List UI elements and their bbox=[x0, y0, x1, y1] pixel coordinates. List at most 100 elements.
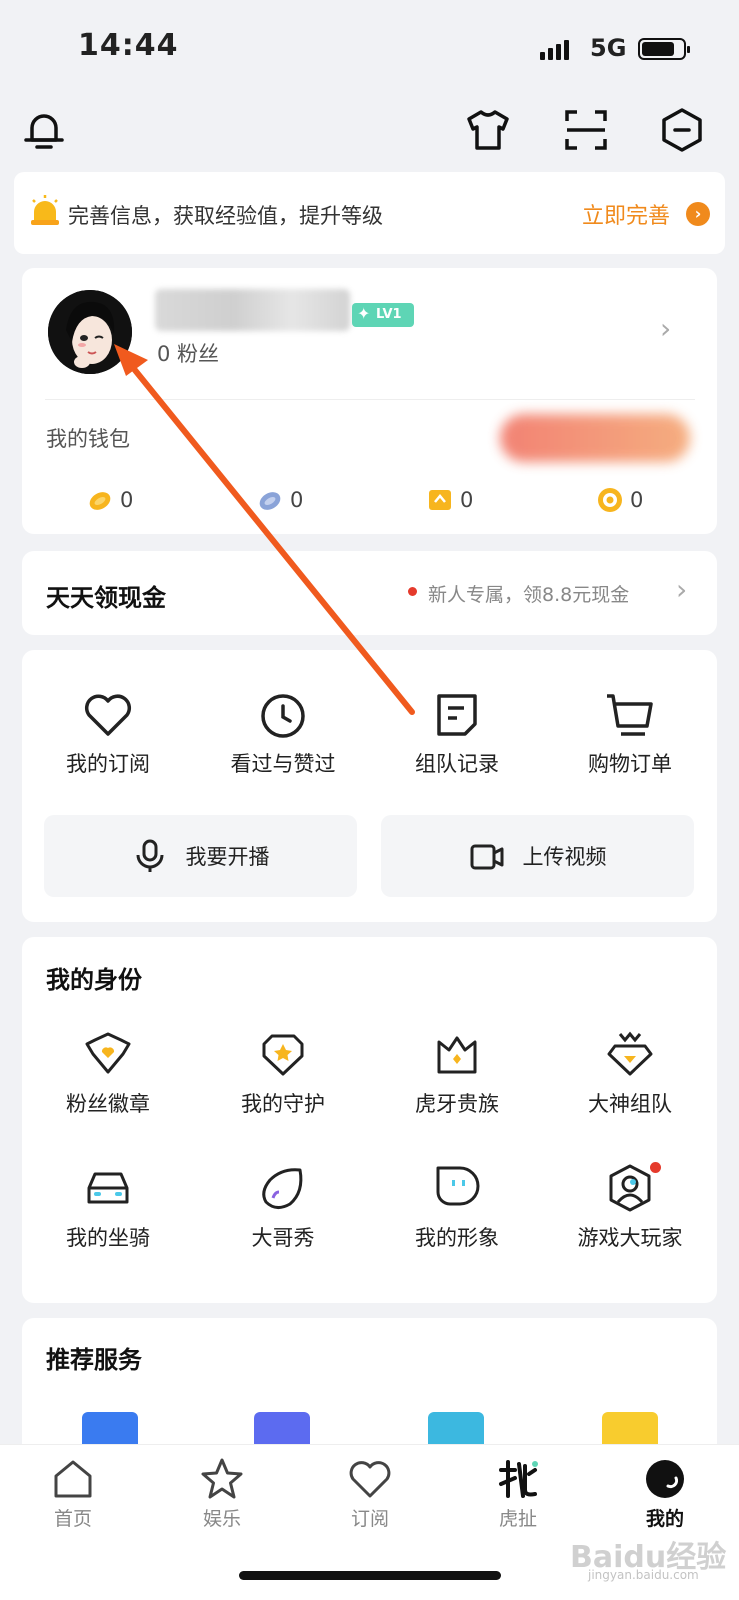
daily-cash-subtitle: 新人专属，领8.8元现金 bbox=[428, 584, 630, 606]
grid-item-label: 我的形象 bbox=[415, 1226, 499, 1250]
grid-item-label: 虎牙贵族 bbox=[415, 1092, 499, 1116]
tab-label: 娱乐 bbox=[202, 1508, 241, 1530]
daily-cash-title: 天天领现金 bbox=[46, 584, 166, 612]
grid-item-label: 我的订阅 bbox=[66, 752, 150, 776]
guard-shield-icon bbox=[262, 1034, 304, 1076]
wallet-label[interactable]: 我的钱包 bbox=[46, 423, 130, 453]
chevron-right-icon[interactable]: › bbox=[686, 202, 710, 226]
video-camera-icon bbox=[470, 844, 503, 870]
avatar[interactable] bbox=[48, 290, 132, 374]
profile-icon bbox=[646, 1460, 684, 1498]
tab-entertainment[interactable]: 娱乐 bbox=[172, 1456, 272, 1531]
home-indicator[interactable] bbox=[239, 1571, 501, 1580]
fans-count[interactable]: 0 粉丝 bbox=[157, 338, 219, 368]
tab-mine[interactable]: 我的 bbox=[615, 1456, 715, 1531]
status-time: 14:44 bbox=[78, 28, 179, 63]
chevron-right-icon[interactable]: › bbox=[660, 312, 671, 345]
shirt-icon[interactable] bbox=[464, 106, 512, 154]
gold-bean-balance[interactable]: 0 bbox=[86, 486, 133, 514]
grid-item-label: 大哥秀 bbox=[251, 1226, 315, 1250]
bell-icon[interactable] bbox=[20, 106, 68, 154]
scan-icon[interactable] bbox=[562, 106, 610, 154]
alarm-light-icon bbox=[31, 195, 59, 225]
clock-icon bbox=[261, 694, 305, 738]
grid-item-label: 粉丝徽章 bbox=[66, 1092, 150, 1116]
watermark-url: jingyan.baidu.com bbox=[588, 1568, 699, 1582]
ticket-value: 0 bbox=[460, 488, 474, 512]
shopping-orders-item[interactable]: 购物订单 bbox=[545, 688, 715, 778]
my-subscriptions-item[interactable]: 我的订阅 bbox=[23, 688, 193, 778]
battery-icon bbox=[638, 38, 690, 60]
grid-item-label: 看过与赞过 bbox=[230, 752, 336, 776]
banner-text: 完善信息，获取经验值，提升等级 bbox=[68, 204, 383, 228]
start-broadcast-button[interactable]: 我要开播 bbox=[44, 815, 357, 897]
coin-value: 0 bbox=[630, 488, 644, 512]
silver-bean-icon bbox=[259, 492, 281, 510]
upload-video-label: 上传视频 bbox=[522, 845, 607, 869]
tab-label: 首页 bbox=[53, 1508, 92, 1530]
upload-video-button[interactable]: 上传视频 bbox=[381, 815, 694, 897]
username-redacted bbox=[155, 289, 350, 331]
bubble-icon bbox=[262, 1168, 303, 1209]
huya-noble-item[interactable]: 虎牙贵族 bbox=[372, 1028, 542, 1118]
my-guard-item[interactable]: 我的守护 bbox=[198, 1028, 368, 1118]
start-broadcast-label: 我要开播 bbox=[185, 845, 270, 869]
microphone-icon bbox=[136, 839, 163, 872]
grid-item-label: 游戏大玩家 bbox=[577, 1226, 683, 1250]
coin-icon bbox=[598, 488, 622, 512]
tab-label: 虎扯 bbox=[498, 1508, 537, 1530]
gold-bean-icon bbox=[89, 492, 111, 510]
chevron-right-icon[interactable]: › bbox=[676, 573, 687, 606]
tab-home[interactable]: 首页 bbox=[23, 1456, 123, 1531]
cart-icon bbox=[607, 694, 653, 736]
game-player-item[interactable]: 游戏大玩家 bbox=[545, 1162, 715, 1252]
tab-huche[interactable]: 虎扯 bbox=[468, 1456, 568, 1531]
ticket-icon bbox=[429, 490, 451, 510]
tab-label: 订阅 bbox=[350, 1508, 389, 1530]
tab-label: 我的 bbox=[645, 1508, 684, 1530]
identity-title: 我的身份 bbox=[46, 966, 142, 994]
my-mount-item[interactable]: 我的坐骑 bbox=[23, 1162, 193, 1252]
complete-now-link[interactable]: 立即完善 bbox=[582, 198, 670, 230]
grid-item-label: 大神组队 bbox=[588, 1092, 672, 1116]
player-hexagon-icon bbox=[609, 1164, 651, 1212]
gold-bean-value: 0 bbox=[120, 488, 134, 512]
network-label: 5G bbox=[590, 34, 627, 62]
notice-dot bbox=[650, 1162, 661, 1173]
fan-badge-item[interactable]: 粉丝徽章 bbox=[23, 1028, 193, 1118]
note-icon bbox=[437, 694, 477, 736]
heart-icon bbox=[84, 694, 132, 736]
service-box-icon[interactable] bbox=[82, 1412, 138, 1444]
watched-liked-item[interactable]: 看过与赞过 bbox=[198, 688, 368, 778]
services-title: 推荐服务 bbox=[46, 1346, 142, 1374]
big-brother-show-item[interactable]: 大哥秀 bbox=[198, 1162, 368, 1252]
face-icon bbox=[436, 1166, 480, 1206]
silver-bean-value: 0 bbox=[290, 488, 304, 512]
master-team-item[interactable]: 大神组队 bbox=[545, 1028, 715, 1118]
silver-bean-balance[interactable]: 0 bbox=[256, 486, 303, 514]
grid-item-label: 组队记录 bbox=[415, 752, 499, 776]
divider bbox=[45, 399, 695, 400]
grid-item-label: 我的守护 bbox=[241, 1092, 325, 1116]
ticket-balance[interactable]: 0 bbox=[426, 486, 473, 514]
fan-badge-icon bbox=[85, 1032, 131, 1074]
signal-icon bbox=[540, 40, 569, 60]
diamond-crown-icon bbox=[607, 1031, 653, 1076]
huche-logo-icon bbox=[499, 1460, 538, 1498]
wallet-action-redacted[interactable] bbox=[500, 414, 690, 462]
heart-icon bbox=[349, 1461, 391, 1498]
notice-dot bbox=[408, 587, 417, 596]
team-records-item[interactable]: 组队记录 bbox=[372, 688, 542, 778]
coin-balance[interactable]: 0 bbox=[596, 486, 643, 514]
car-icon bbox=[87, 1172, 129, 1204]
service-bag-icon[interactable] bbox=[254, 1412, 310, 1444]
hexagon-minus-icon[interactable] bbox=[658, 106, 706, 154]
star-icon bbox=[201, 1458, 243, 1499]
service-ticket-icon[interactable] bbox=[602, 1412, 658, 1444]
tab-subscribe[interactable]: 订阅 bbox=[320, 1456, 420, 1531]
service-shop-icon[interactable] bbox=[428, 1412, 484, 1444]
my-avatar-look-item[interactable]: 我的形象 bbox=[372, 1162, 542, 1252]
sparkle-icon: ✦ bbox=[357, 304, 371, 323]
grid-item-label: 我的坐骑 bbox=[66, 1226, 150, 1250]
crown-icon bbox=[437, 1036, 477, 1074]
